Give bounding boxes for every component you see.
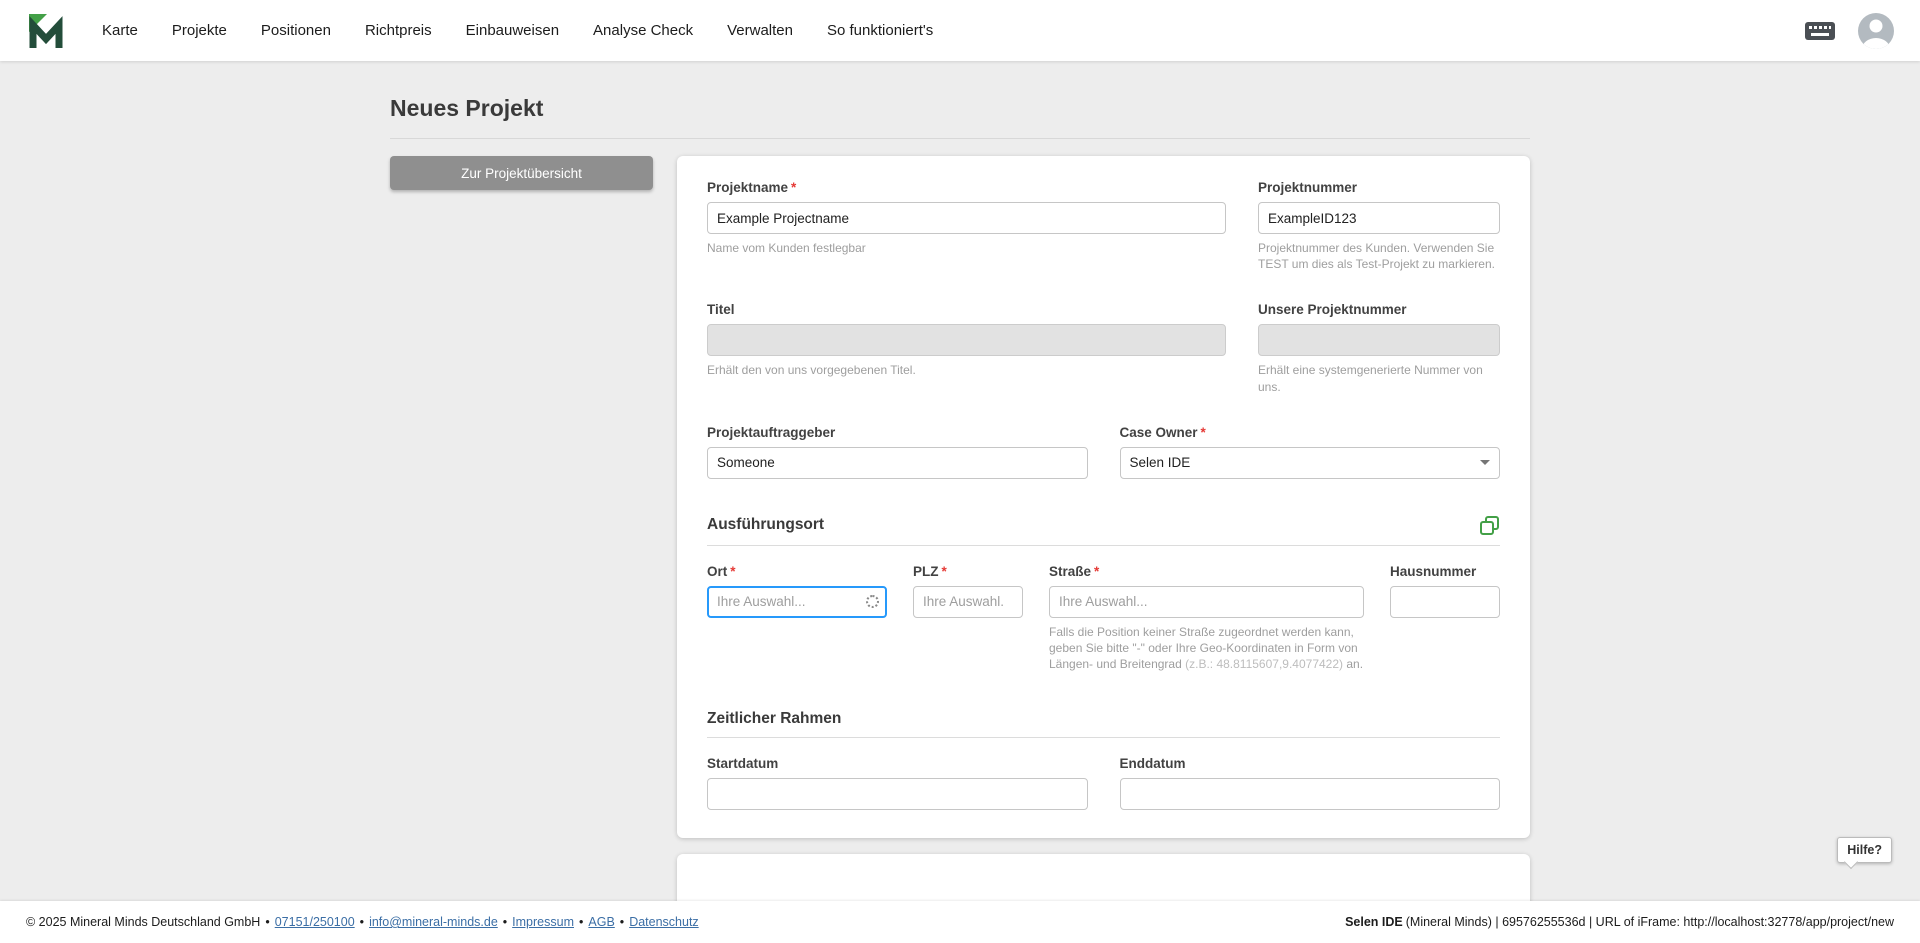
strasse-helper: Falls die Position keiner Straße zugeord… — [1049, 624, 1364, 672]
nav-so-funktionierts[interactable]: So funktioniert's — [827, 22, 933, 39]
projektauftraggeber-label: Projektauftraggeber — [707, 424, 836, 440]
field-hausnummer: Hausnummer — [1390, 564, 1500, 673]
nav-projekte[interactable]: Projekte — [172, 22, 227, 39]
footer-left: © 2025 Mineral Minds Deutschland GmbH • … — [26, 915, 699, 929]
nav-richtpreis[interactable]: Richtpreis — [365, 22, 432, 39]
next-form-card — [677, 854, 1530, 901]
unsere-projektnummer-input — [1258, 324, 1500, 357]
required-marker: * — [941, 563, 947, 579]
enddatum-input[interactable] — [1119, 778, 1500, 811]
titel-input — [707, 324, 1226, 357]
title-divider — [390, 138, 1530, 139]
footer-email-link[interactable]: info@mineral-minds.de — [369, 915, 498, 929]
unsere-projektnummer-label: Unsere Projektnummer — [1258, 302, 1407, 318]
case-owner-label: Case Owner * — [1119, 424, 1206, 440]
startdatum-label: Startdatum — [707, 756, 779, 772]
case-owner-select[interactable]: Selen IDE — [1119, 446, 1500, 479]
user-avatar[interactable] — [1858, 12, 1894, 49]
copyright-text: © 2025 Mineral Minds Deutschland GmbH — [26, 915, 261, 929]
field-case-owner: Case Owner * Selen IDE — [1119, 424, 1500, 479]
startdatum-input[interactable] — [707, 778, 1088, 811]
projektnummer-label: Projektnummer — [1258, 180, 1358, 195]
top-navbar: Karte Projekte Positionen Richtpreis Ein… — [0, 0, 1920, 61]
field-startdatum: Startdatum — [707, 756, 1088, 811]
projektnummer-helper: Projektnummer des Kunden. Verwenden Sie … — [1258, 241, 1495, 272]
keyboard-icon[interactable] — [1804, 20, 1836, 42]
projektnummer-input[interactable] — [1258, 202, 1500, 234]
field-enddatum: Enddatum — [1119, 756, 1500, 811]
projektname-label: Projektname * — [707, 180, 797, 195]
nav-verwalten[interactable]: Verwalten — [727, 22, 793, 39]
field-projektauftraggeber: Projektauftraggeber — [707, 425, 1088, 479]
titel-helper: Erhält den von uns vorgegebenen Titel. — [707, 363, 916, 378]
hausnummer-input[interactable] — [1390, 585, 1500, 618]
copy-icon — [1480, 515, 1499, 535]
required-marker: * — [730, 563, 736, 579]
footer-phone-link[interactable]: 07151/250100 — [275, 915, 355, 929]
section-zeitlicher-rahmen: Zeitlicher Rahmen — [707, 710, 1500, 739]
footer-session-text: (Mineral Minds) | 69576255536d | URL of … — [1405, 915, 1894, 929]
ausfuehrungsort-title: Ausführungsort — [707, 516, 825, 534]
hausnummer-label: Hausnummer — [1390, 563, 1477, 579]
footer-agb-link[interactable]: AGB — [588, 915, 614, 929]
field-ort: Ort * — [707, 564, 887, 673]
field-projektname: Projektname* Name vom Kunden festlegbar — [707, 180, 1226, 272]
page-title: Neues Projekt — [390, 95, 544, 121]
nav-einbauweisen[interactable]: Einbauweisen — [466, 22, 559, 39]
footer-user-name: Selen IDE — [1345, 915, 1403, 929]
chevron-down-icon — [1480, 460, 1490, 466]
footer-impressum-link[interactable]: Impressum — [512, 915, 574, 929]
copy-address-button[interactable] — [1479, 515, 1500, 536]
section-ausfuehrungsort: Ausführungsort — [707, 515, 1500, 546]
ort-input[interactable] — [707, 585, 887, 618]
case-owner-value: Selen IDE — [1129, 455, 1191, 471]
nav-karte[interactable]: Karte — [102, 22, 138, 39]
field-plz: PLZ * — [913, 564, 1023, 673]
loading-spinner-icon — [866, 594, 879, 608]
plz-input[interactable] — [913, 585, 1023, 618]
field-unsere-projektnummer: Unsere Projektnummer Erhält eine systemg… — [1258, 302, 1500, 394]
page-footer: © 2025 Mineral Minds Deutschland GmbH • … — [0, 901, 1920, 943]
field-strasse: Straße* Falls die Position keiner Straße… — [1049, 564, 1364, 673]
person-icon — [1862, 19, 1890, 49]
navbar-right — [1804, 12, 1894, 49]
nav-items: Karte Projekte Positionen Richtpreis Ein… — [102, 22, 1804, 39]
field-projektnummer: Projektnummer Projektnummer des Kunden. … — [1258, 180, 1500, 272]
zeitlicher-rahmen-title: Zeitlicher Rahmen — [707, 710, 842, 728]
mineral-minds-logo[interactable] — [26, 11, 66, 51]
nav-positionen[interactable]: Positionen — [261, 22, 331, 39]
projektname-input[interactable] — [707, 202, 1226, 234]
strasse-input[interactable] — [1049, 585, 1364, 618]
nav-analyse-check[interactable]: Analyse Check — [593, 22, 693, 39]
ort-label: Ort * — [707, 563, 736, 579]
footer-datenschutz-link[interactable]: Datenschutz — [629, 915, 698, 929]
required-marker: * — [791, 180, 797, 195]
field-titel: Titel Erhält den von uns vorgegebenen Ti… — [707, 302, 1226, 394]
footer-session-info: Selen IDE (Mineral Minds) | 69576255536d… — [1345, 915, 1894, 929]
required-marker: * — [1200, 424, 1206, 440]
logo-icon — [29, 13, 63, 48]
back-to-overview-button[interactable]: Zur Projektübersicht — [390, 156, 653, 190]
titel-label: Titel — [707, 302, 735, 318]
enddatum-label: Enddatum — [1119, 756, 1186, 772]
plz-label: PLZ * — [913, 563, 947, 579]
project-form-card: Projektname* Name vom Kunden festlegbar … — [677, 156, 1530, 839]
main-content: Neues Projekt Zur Projektübersicht Proje… — [0, 61, 1920, 901]
projektauftraggeber-input[interactable] — [707, 446, 1088, 479]
projektname-helper: Name vom Kunden festlegbar — [707, 241, 866, 255]
strasse-label: Straße * — [1049, 563, 1100, 579]
unsere-projektnummer-helper: Erhält eine systemgenerierte Nummer von … — [1258, 363, 1483, 394]
help-badge[interactable]: Hilfe? — [1837, 837, 1892, 863]
required-marker: * — [1094, 563, 1100, 579]
